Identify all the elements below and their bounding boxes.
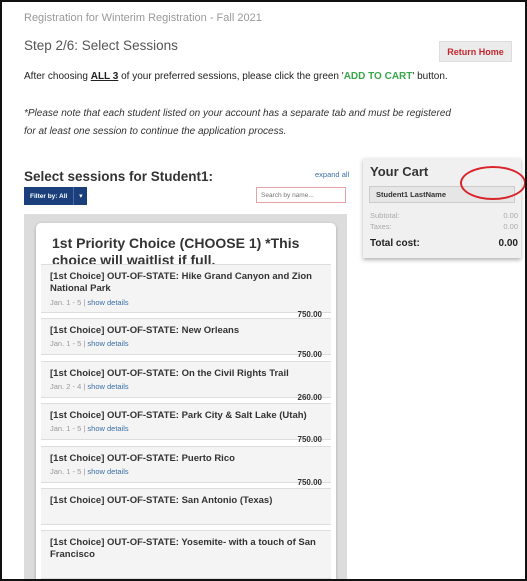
session-dates: Jan. 1 - 5 [50,339,82,348]
total-value: 0.00 [498,238,518,249]
registration-note: *Please note that each student listed on… [24,108,451,137]
session-item[interactable]: [1st Choice] OUT-OF-STATE: Puerto Rico J… [41,446,331,487]
session-meta: Jan. 1 - 5 | show details [50,339,129,348]
session-item[interactable]: [1st Choice] OUT-OF-STATE: On the Civil … [41,361,331,402]
chevron-down-icon: ▾ [73,187,88,205]
subtotal-value: 0.00 [503,211,518,220]
session-dates: Jan. 1 - 5 [50,467,82,476]
session-item[interactable]: [1st Choice] OUT-OF-STATE: San Antonio (… [41,488,331,525]
session-meta: Jan. 1 - 5 | show details [50,467,129,476]
show-details-link[interactable]: show details [87,467,128,476]
session-meta: Jan. 2 - 4 | show details [50,382,129,391]
session-dates: Jan. 1 - 5 [50,424,82,433]
step-title: Step 2/6: Select Sessions [24,38,178,53]
page-frame: Registration for Winterim Registration -… [0,0,527,581]
session-meta: Jan. 1 - 5 | show details [50,298,129,307]
cart-taxes-row: Taxes: 0.00 [370,222,518,231]
instruction-middle: of your preferred sessions, please click… [118,71,344,82]
session-price: 750.00 [297,435,322,444]
session-price: 750.00 [297,350,322,359]
filter-label: Filter by: All [24,187,74,205]
session-name: [1st Choice] OUT-OF-STATE: On the Civil … [50,368,289,379]
subtotal-label: Subtotal: [370,211,400,220]
instructions: After choosing ALL 3 of your preferred s… [24,71,448,82]
expand-all-link[interactable]: expand all [315,170,349,179]
show-details-link[interactable]: show details [87,424,128,433]
show-details-link[interactable]: show details [87,298,128,307]
return-home-button[interactable]: Return Home [439,41,512,62]
instruction-all3: ALL 3 [90,71,119,82]
session-item[interactable]: [1st Choice] OUT-OF-STATE: New Orleans J… [41,318,331,359]
session-name: [1st Choice] OUT-OF-STATE: Park City & S… [50,410,307,421]
session-name: [1st Choice] OUT-OF-STATE: Puerto Rico [50,453,235,464]
session-dates: Jan. 1 - 5 [50,298,82,307]
session-price: 260.00 [297,393,322,402]
show-details-link[interactable]: show details [87,339,128,348]
cart-title: Your Cart [370,164,429,179]
session-item[interactable]: [1st Choice] OUT-OF-STATE: Hike Grand Ca… [41,264,331,319]
cart-total-row: Total cost: 0.00 [370,238,518,249]
instruction-add-to-cart: ADD TO CART [343,71,413,82]
sessions-heading: Select sessions for Student1: [24,169,214,184]
cart-subtotal-row: Subtotal: 0.00 [370,211,518,220]
session-price: 750.00 [297,478,322,487]
session-name: [1st Choice] OUT-OF-STATE: Hike Grand Ca… [50,271,312,294]
session-dates: Jan. 2 - 4 [50,382,82,391]
registration-title: Registration for Winterim Registration -… [24,12,262,24]
session-name: [1st Choice] OUT-OF-STATE: New Orleans [50,325,240,336]
session-meta: Jan. 1 - 5 | show details [50,424,129,433]
taxes-value: 0.00 [503,222,518,231]
search-input[interactable] [256,187,346,203]
session-group-card: 1st Priority Choice (CHOOSE 1) *This cho… [36,223,336,579]
show-details-link[interactable]: show details [87,382,128,391]
total-label: Total cost: [370,238,420,249]
instruction-end: ' button. [412,71,448,82]
session-item[interactable]: [1st Choice] OUT-OF-STATE: Park City & S… [41,403,331,444]
highlight-oval [460,166,525,200]
taxes-label: Taxes: [370,222,392,231]
session-name: [1st Choice] OUT-OF-STATE: Yosemite- wit… [50,537,316,560]
sessions-panel: 1st Priority Choice (CHOOSE 1) *This cho… [24,214,347,579]
session-item[interactable]: [1st Choice] OUT-OF-STATE: Yosemite- wit… [41,530,331,579]
instruction-before: After choosing [24,71,91,82]
filter-dropdown[interactable]: Filter by: All ▾ [24,187,88,205]
session-name: [1st Choice] OUT-OF-STATE: San Antonio (… [50,495,273,506]
